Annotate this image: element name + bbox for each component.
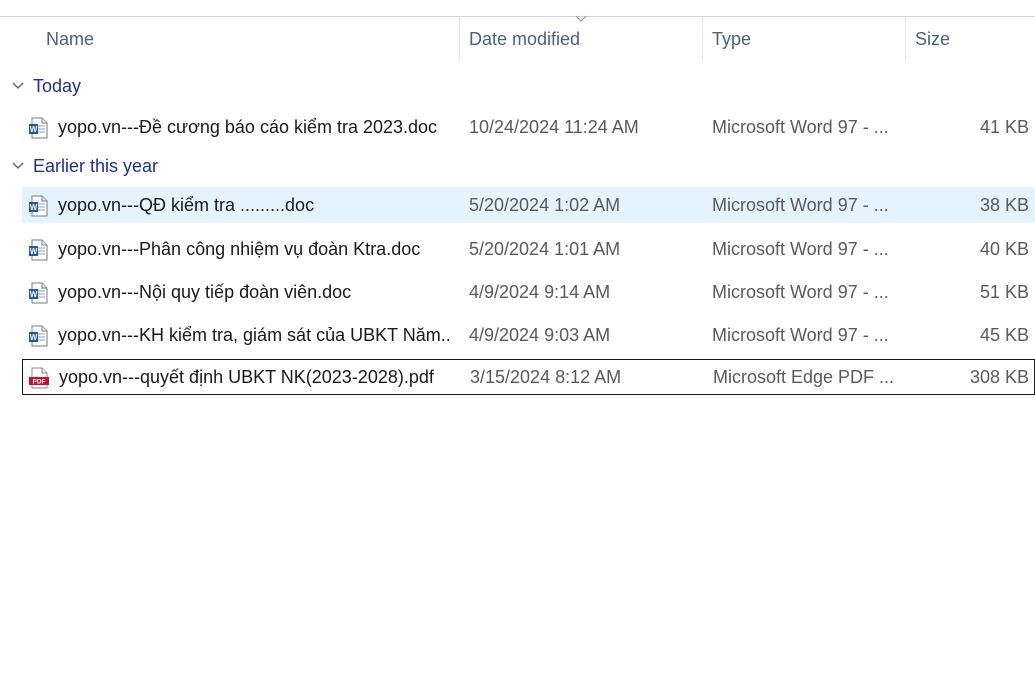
column-header-date-modified[interactable]: Date modified (469, 17, 580, 60)
file-type: Microsoft Word 97 - ... (712, 282, 889, 302)
file-name: yopo.vn---KH kiểm tra, giám sát của UBKT… (58, 325, 450, 345)
svg-text:W: W (30, 333, 38, 342)
file-name: yopo.vn---QĐ kiểm tra .........doc (58, 195, 315, 215)
chevron-down-icon[interactable] (12, 159, 24, 171)
file-name: yopo.vn---Nội quy tiếp đoàn viên.doc (58, 282, 352, 302)
pdf-icon: PDF (29, 367, 49, 389)
file-date-modified: 10/24/2024 11:24 AM (469, 117, 639, 137)
word-doc-icon: W (29, 325, 48, 347)
word-doc-icon: W (29, 117, 48, 139)
file-date-modified: 4/9/2024 9:03 AM (469, 325, 611, 345)
file-date-modified: 3/15/2024 8:12 AM (470, 367, 622, 387)
word-doc-icon: W (29, 239, 48, 261)
column-divider[interactable] (905, 17, 906, 59)
file-date-modified: 4/9/2024 9:14 AM (469, 282, 611, 302)
file-size: 308 KB (969, 367, 1029, 387)
file-type: Microsoft Word 97 - ... (712, 239, 889, 259)
file-name: yopo.vn---quyết định UBKT NK(2023-2028).… (59, 367, 434, 387)
column-header-type[interactable]: Type (712, 17, 751, 60)
chevron-down-icon[interactable] (12, 79, 24, 91)
file-row[interactable]: W yopo.vn---KH kiểm tra, giám sát của UB… (22, 317, 1035, 353)
file-date-modified: 5/20/2024 1:01 AM (469, 239, 621, 259)
file-type: Microsoft Edge PDF ... (713, 367, 895, 387)
column-divider[interactable] (702, 17, 703, 59)
column-header-size[interactable]: Size (915, 17, 950, 60)
file-type: Microsoft Word 97 - ... (712, 195, 889, 215)
group-header-earlier-this-year[interactable]: Earlier this year (0, 151, 220, 181)
file-type: Microsoft Word 97 - ... (712, 117, 889, 137)
column-header-name[interactable]: Name (46, 17, 94, 60)
file-row[interactable]: W yopo.vn---Phân công nhiệm vụ đoàn Ktra… (22, 231, 1035, 267)
svg-text:W: W (30, 125, 38, 134)
file-name: yopo.vn---Phân công nhiệm vụ đoàn Ktra.d… (58, 239, 421, 259)
file-row[interactable]: W yopo.vn---Đề cương báo cáo kiểm tra 20… (22, 109, 1035, 145)
svg-text:W: W (30, 290, 38, 299)
file-size: 40 KB (979, 239, 1029, 259)
column-header-row: Name Date modified Type Size (0, 17, 1035, 60)
file-size: 45 KB (979, 325, 1029, 345)
file-row[interactable]: W yopo.vn---Nội quy tiếp đoàn viên.doc 4… (22, 274, 1035, 310)
svg-text:W: W (30, 247, 38, 256)
file-date-modified: 5/20/2024 1:02 AM (469, 195, 621, 215)
group-label: Earlier this year (33, 156, 159, 176)
file-type: Microsoft Word 97 - ... (712, 325, 889, 345)
file-size: 38 KB (979, 195, 1029, 215)
group-label: Today (33, 76, 82, 96)
word-doc-icon: W (29, 195, 48, 217)
group-header-today[interactable]: Today (0, 71, 200, 101)
word-doc-icon: W (29, 282, 48, 304)
svg-text:PDF: PDF (33, 379, 46, 386)
file-size: 41 KB (979, 117, 1029, 137)
column-divider[interactable] (459, 17, 460, 59)
file-row[interactable]: W yopo.vn---QĐ kiểm tra .........doc 5/2… (22, 187, 1035, 223)
file-name: yopo.vn---Đề cương báo cáo kiểm tra 2023… (58, 117, 438, 137)
file-size: 51 KB (979, 282, 1029, 302)
svg-text:W: W (30, 203, 38, 212)
file-row[interactable]: PDF yopo.vn---quyết định UBKT NK(2023-20… (22, 359, 1035, 395)
file-explorer-details-view: Name Date modified Type Size Today W yop… (0, 0, 1035, 680)
